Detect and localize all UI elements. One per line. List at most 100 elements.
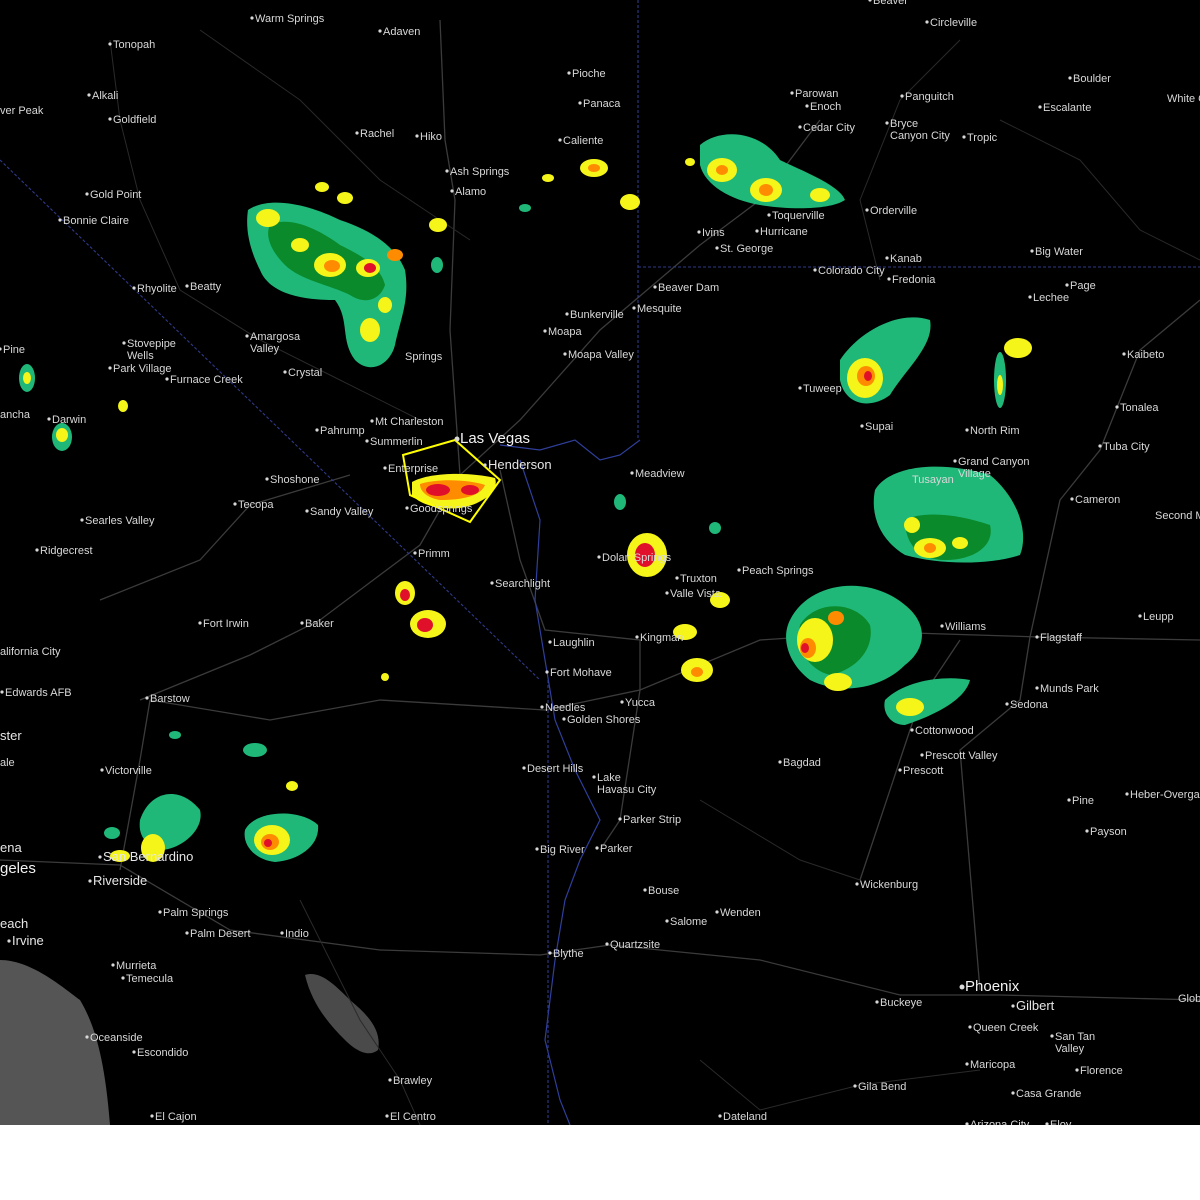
place-marker-gila-bend [853, 1084, 857, 1088]
place-label-orderville: Orderville [870, 205, 917, 217]
place-marker-tonalea [1115, 405, 1119, 409]
place-label-beaver-dam: Beaver Dam [658, 282, 719, 294]
place-label-kaibeto: Kaibeto [1127, 349, 1164, 361]
place-label-sedona: Sedona [1010, 699, 1049, 711]
radar-map[interactable]: Warm Springs Adaven Tonopah Pioche Panaca Alk… [0, 0, 1200, 1125]
place-marker-crystal [283, 370, 287, 374]
place-marker-laughlin [548, 640, 552, 644]
place-label-springs: Springs [405, 351, 443, 363]
place-label-san-bernardino: San Bernardino [103, 849, 193, 864]
place-marker-yucca [620, 700, 624, 704]
place-marker-meadview [630, 471, 634, 475]
place-label-hiko: Hiko [420, 131, 442, 143]
place-marker-palm-springs [158, 910, 162, 914]
place-label-florence: Florence [1080, 1065, 1123, 1077]
place-label-ster: ster [0, 728, 22, 743]
place-label-henderson: Henderson [488, 457, 552, 472]
place-label-leupp: Leupp [1143, 611, 1174, 623]
place-label-murrieta: Murrieta [116, 960, 157, 972]
place-label-boulder: Boulder [1073, 73, 1111, 85]
place-label-each: each [0, 916, 28, 931]
place-label-mesquite: Mesquite [637, 303, 682, 315]
place-label-tuba-city: Tuba City [1103, 441, 1150, 453]
place-marker-barstow [145, 696, 149, 700]
place-label-shoshone: Shoshone [270, 474, 320, 486]
place-marker-goldfield [108, 117, 112, 121]
place-marker-escondido [132, 1050, 136, 1054]
place-marker-dolan-springs [597, 555, 601, 559]
place-marker-pine [0, 347, 2, 351]
place-label-north-rim: North Rim [970, 425, 1020, 437]
place-marker-cedar-city [798, 125, 802, 129]
place-label-prescott-valley: Prescott Valley [925, 750, 998, 762]
place-label-wenden: Wenden [720, 907, 761, 919]
place-marker-victorville [100, 768, 104, 772]
place-marker-rhyolite [132, 286, 136, 290]
place-marker-alkali [87, 93, 91, 97]
place-marker-rachel [355, 131, 359, 135]
place-marker-queen-creek [968, 1025, 972, 1029]
place-label-baker: Baker [305, 618, 334, 630]
place-label-peach-springs: Peach Springs [742, 565, 814, 577]
place-label-barstow: Barstow [150, 693, 190, 705]
place-marker-darwin [47, 417, 51, 421]
radar-returns [19, 134, 1032, 862]
place-label-searchlight: Searchlight [495, 578, 550, 590]
place-label-indio: Indio [285, 928, 309, 940]
place-marker-escalante [1038, 105, 1042, 109]
place-label-hurricane: Hurricane [760, 226, 808, 238]
place-marker-desert-hills [522, 766, 526, 770]
place-label-ena: ena [0, 840, 22, 855]
place-marker-pine [1067, 798, 1071, 802]
place-label-dolan-springs: Dolan Springs [602, 552, 672, 564]
place-marker-grand-canyon-village [953, 459, 957, 463]
place-label-panguitch: Panguitch [905, 91, 954, 103]
place-marker-tuba-city [1098, 444, 1102, 448]
place-label-alifornia-city: alifornia City [0, 646, 61, 658]
place-label-pine: Pine [3, 344, 25, 356]
place-label-maricopa: Maricopa [970, 1059, 1016, 1071]
place-marker-sandy-valley [305, 509, 309, 513]
place-label-pioche: Pioche [572, 68, 606, 80]
place-marker-oceanside [85, 1035, 89, 1039]
place-label-stovepipe-wells: Stovepipe Wells [127, 338, 176, 362]
place-label-parker: Parker [600, 843, 633, 855]
place-label-grand-canyon-village: Grand Canyon Village [958, 456, 1030, 480]
place-label-pahrump: Pahrump [320, 425, 365, 437]
place-label-enoch: Enoch [810, 101, 841, 113]
place-marker-primm [413, 551, 417, 555]
place-label-parowan: Parowan [795, 88, 838, 100]
place-marker-furnace-creek [165, 377, 169, 381]
place-marker-hurricane [755, 229, 759, 233]
place-label-furnace-creek: Furnace Creek [170, 374, 243, 386]
place-marker-stovepipe-wells [122, 341, 126, 345]
place-marker-warm-springs [250, 16, 254, 20]
place-marker-bagdad [778, 760, 782, 764]
place-marker-fort-mohave [545, 670, 549, 674]
place-label-moapa-valley: Moapa Valley [568, 349, 634, 361]
place-label-riverside: Riverside [93, 873, 147, 888]
place-marker-el-centro [385, 1114, 389, 1118]
place-label-darwin: Darwin [52, 414, 86, 426]
place-marker-ridgecrest [35, 548, 39, 552]
road-network [0, 19, 1200, 1125]
place-label-buckeye: Buckeye [880, 997, 922, 1009]
place-marker-north-rim [965, 428, 969, 432]
place-marker-moapa-valley [563, 352, 567, 356]
place-marker-searles-valley [80, 518, 84, 522]
place-label-casa-grande: Casa Grande [1016, 1088, 1081, 1100]
place-label-pine: Pine [1072, 795, 1094, 807]
place-label-tuweep: Tuweep [803, 383, 842, 395]
place-marker-maricopa [965, 1062, 969, 1066]
place-marker-henderson [483, 463, 487, 467]
place-marker-payson [1085, 829, 1089, 833]
place-marker-panguitch [900, 94, 904, 98]
place-marker-needles [540, 705, 544, 709]
place-marker-wickenburg [855, 882, 859, 886]
place-marker-san-bernardino [98, 855, 102, 859]
place-marker-mesquite [632, 306, 636, 310]
place-label-ancha: ancha [0, 409, 31, 421]
place-label-alkali: Alkali [92, 90, 118, 102]
place-label-prescott: Prescott [903, 765, 943, 777]
place-marker-kanab [885, 256, 889, 260]
